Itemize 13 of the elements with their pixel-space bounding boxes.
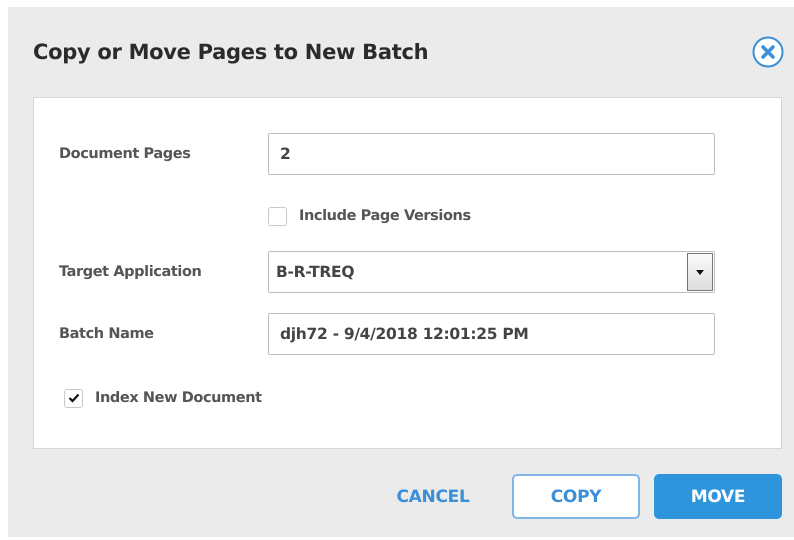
- field-label: Document Pages: [59, 146, 192, 162]
- checkbox[interactable]: [64, 388, 83, 408]
- field-label: Target Application: [59, 264, 202, 280]
- input-field[interactable]: 2: [268, 133, 715, 175]
- dialog-title: Copy or Move Pages to New Batch: [33, 40, 428, 64]
- close-icon[interactable]: [752, 36, 784, 68]
- checkbox[interactable]: [268, 206, 287, 226]
- dropdown[interactable]: B-R-TREQ: [268, 251, 715, 293]
- input-field[interactable]: djh72 - 9/4/2018 12:01:25 PM: [268, 313, 715, 355]
- checkbox-label: Index New Document: [95, 390, 262, 406]
- checkmark-icon: [68, 393, 80, 403]
- field-label: Batch Name: [59, 326, 155, 342]
- checkbox-label: Include Page Versions: [299, 208, 471, 224]
